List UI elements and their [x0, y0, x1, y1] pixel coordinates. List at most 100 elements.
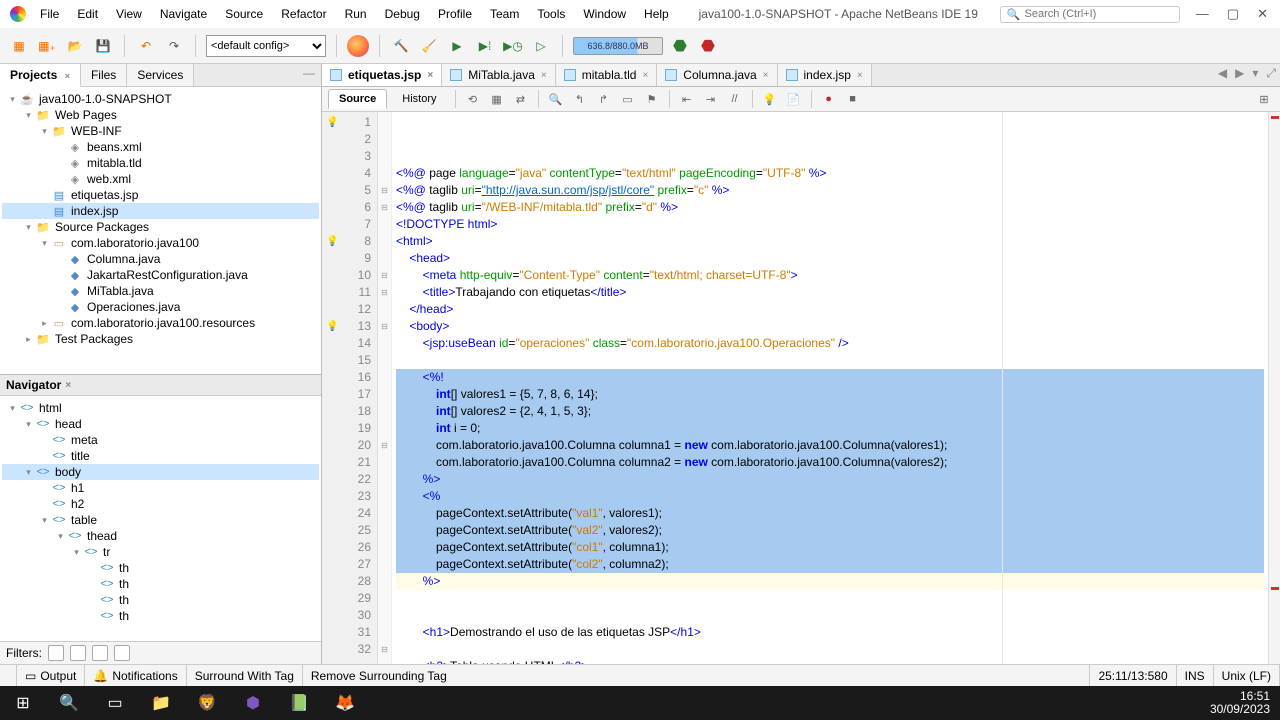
clean-build-button[interactable]: 🧹	[418, 35, 440, 57]
tree-node[interactable]: ▾▭com.laboratorio.java100	[2, 235, 319, 251]
menu-run[interactable]: Run	[337, 3, 375, 25]
tree-node[interactable]: <>meta	[2, 432, 319, 448]
open-project-button[interactable]: 📂	[64, 35, 86, 57]
redo-button[interactable]: ↷	[163, 35, 185, 57]
line-gutter[interactable]: 💡1234567💡89101112💡1314151617181920212223…	[322, 112, 378, 664]
tb-macro-record-icon[interactable]: ●	[819, 89, 839, 109]
line-ending[interactable]: Unix (LF)	[1214, 665, 1280, 686]
close-button[interactable]: ✕	[1257, 6, 1268, 22]
tree-node[interactable]: <>h1	[2, 480, 319, 496]
menu-profile[interactable]: Profile	[430, 3, 480, 25]
tree-node[interactable]: <>th	[2, 592, 319, 608]
tb-comment-icon[interactable]: //	[725, 89, 745, 109]
editor-tab[interactable]: mitabla.tld×	[556, 64, 658, 86]
tree-node[interactable]: ▾<>html	[2, 400, 319, 416]
run-config-select[interactable]: <default config>	[206, 35, 326, 57]
new-project-button[interactable]: ▦₊	[36, 35, 58, 57]
editor-tab-list[interactable]: ▾	[1248, 64, 1262, 86]
taskbar-clock[interactable]: 16:5130/09/2023	[1210, 690, 1280, 716]
run-main-button[interactable]: ▷	[530, 35, 552, 57]
editor-tab[interactable]: etiquetas.jsp×	[322, 64, 442, 86]
taskbar-brave[interactable]: 🦁	[184, 686, 230, 720]
tree-node[interactable]: ◆Columna.java	[2, 251, 319, 267]
maximize-button[interactable]: ▢	[1227, 6, 1239, 22]
menu-tools[interactable]: Tools	[529, 3, 573, 25]
browser-firefox-button[interactable]	[347, 35, 369, 57]
debug-button[interactable]: ▶⁞	[474, 35, 496, 57]
projects-tree[interactable]: ▾☕java100-1.0-SNAPSHOT▾📁Web Pages▾📁WEB-I…	[0, 87, 321, 374]
tree-node[interactable]: ▸📁Test Packages	[2, 331, 319, 347]
run-button[interactable]: ▶	[446, 35, 468, 57]
tb-split-icon[interactable]: ⊞	[1254, 89, 1274, 109]
tree-node[interactable]: ▤etiquetas.jsp	[2, 187, 319, 203]
tree-node[interactable]: ▾<>table	[2, 512, 319, 528]
tb-bulb-icon[interactable]: 💡	[760, 89, 780, 109]
tree-node[interactable]: ▾<>thead	[2, 528, 319, 544]
menu-window[interactable]: Window	[575, 3, 634, 25]
taskbar-explorer[interactable]: 📁	[138, 686, 184, 720]
new-file-button[interactable]: ▦	[8, 35, 30, 57]
tree-node[interactable]: ◈beans.xml	[2, 139, 319, 155]
tb-bookmark-icon[interactable]: ⚑	[642, 89, 662, 109]
tree-node[interactable]: ◆JakartaRestConfiguration.java	[2, 267, 319, 283]
tree-node[interactable]: ◆Operaciones.java	[2, 299, 319, 315]
menu-help[interactable]: Help	[636, 3, 677, 25]
quick-search[interactable]: 🔍	[1000, 6, 1180, 23]
code-content[interactable]: <%@ page language="java" contentType="te…	[392, 112, 1268, 664]
editor-tab[interactable]: index.jsp×	[778, 64, 872, 86]
tree-node[interactable]: ◈web.xml	[2, 171, 319, 187]
navigator-tree[interactable]: ▾<>html▾<>head<>meta<>title▾<>body<>h1<>…	[0, 396, 321, 641]
menu-navigate[interactable]: Navigate	[152, 3, 215, 25]
feedback-good-icon[interactable]: ⬣	[669, 35, 691, 57]
tb-find-icon[interactable]: 🔍	[546, 89, 566, 109]
tree-node[interactable]: ◈mitabla.tld	[2, 155, 319, 171]
taskbar-notepad[interactable]: 📗	[276, 686, 322, 720]
surround-tag-action[interactable]: Surround With Tag	[187, 665, 303, 686]
panel-tab-projects[interactable]: Projects ×	[0, 64, 81, 87]
menu-edit[interactable]: Edit	[69, 3, 106, 25]
tb-highlight-icon[interactable]: ▭	[618, 89, 638, 109]
minimize-button[interactable]: —	[1196, 6, 1209, 22]
tab-close-icon[interactable]: ×	[427, 70, 433, 81]
menu-debug[interactable]: Debug	[377, 3, 428, 25]
panel-tab-services[interactable]: Services	[127, 64, 194, 86]
tree-node[interactable]: ▤index.jsp	[2, 203, 319, 219]
projects-panel-minimize[interactable]: —	[297, 64, 321, 86]
tb-next-icon[interactable]: ↱	[594, 89, 614, 109]
tree-node[interactable]: ▾📁Web Pages	[2, 107, 319, 123]
tree-node[interactable]: ▾📁WEB-INF	[2, 123, 319, 139]
search-input[interactable]	[1025, 8, 1173, 20]
tree-node[interactable]: ▾☕java100-1.0-SNAPSHOT	[2, 91, 319, 107]
filter-chip[interactable]	[48, 645, 64, 661]
tree-node[interactable]: ◆MiTabla.java	[2, 283, 319, 299]
remove-surround-action[interactable]: Remove Surrounding Tag	[303, 665, 1091, 686]
filter-chip[interactable]	[114, 645, 130, 661]
editor-tab-scroll-left[interactable]: ◀	[1214, 64, 1231, 86]
tb-shiftright-icon[interactable]: ⇥	[701, 89, 721, 109]
editor-tab[interactable]: MiTabla.java×	[442, 64, 556, 86]
feedback-bad-icon[interactable]: ⬣	[697, 35, 719, 57]
tree-node[interactable]: <>th	[2, 576, 319, 592]
filter-chip[interactable]	[92, 645, 108, 661]
output-tab[interactable]: ▭ Output	[17, 665, 85, 686]
tree-node[interactable]: <>th	[2, 608, 319, 624]
tb-doc-icon[interactable]: 📄	[784, 89, 804, 109]
menu-view[interactable]: View	[108, 3, 150, 25]
tree-node[interactable]: ▾<>head	[2, 416, 319, 432]
menu-file[interactable]: File	[32, 3, 67, 25]
taskbar-firefox[interactable]: 🦊	[322, 686, 368, 720]
tab-close-icon[interactable]: ×	[857, 70, 863, 81]
panel-tab-files[interactable]: Files	[81, 64, 127, 86]
filter-chip[interactable]	[70, 645, 86, 661]
undo-button[interactable]: ↶	[135, 35, 157, 57]
fold-gutter[interactable]: ⊟⊟⊟⊟⊟⊟⊟	[378, 112, 392, 664]
tb-refactor-icon[interactable]: ⟲	[463, 89, 483, 109]
tab-close-icon[interactable]: ×	[642, 70, 648, 81]
menu-source[interactable]: Source	[217, 3, 271, 25]
editor-maximize[interactable]: ⤢	[1262, 64, 1280, 86]
menu-refactor[interactable]: Refactor	[273, 3, 334, 25]
code-editor[interactable]: 💡1234567💡89101112💡1314151617181920212223…	[322, 112, 1280, 664]
taskbar-search[interactable]: 🔍	[46, 686, 92, 720]
tree-node[interactable]: ▾📁Source Packages	[2, 219, 319, 235]
history-view-button[interactable]: History	[391, 89, 447, 109]
